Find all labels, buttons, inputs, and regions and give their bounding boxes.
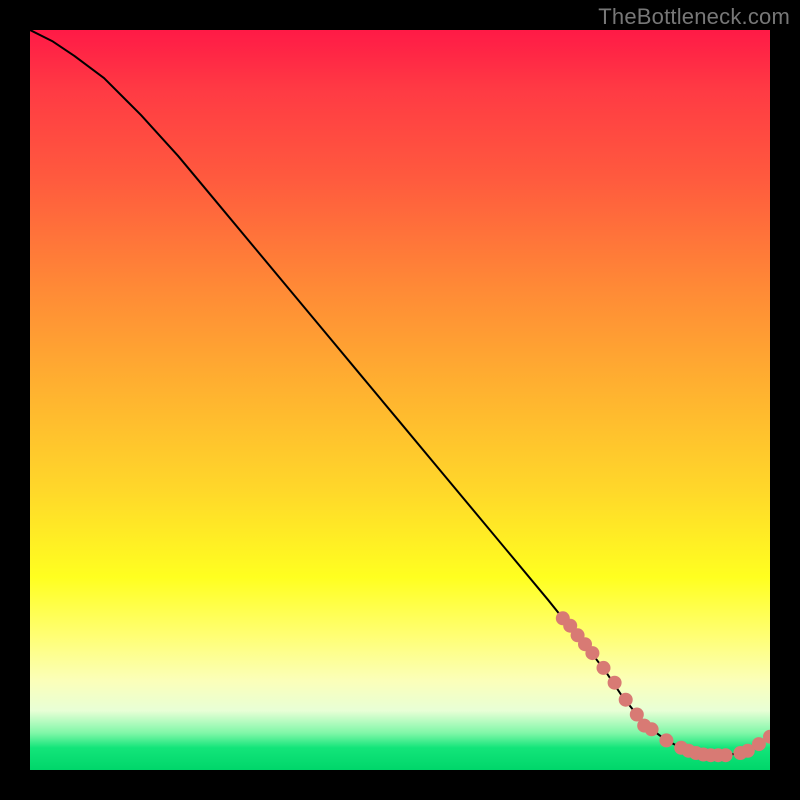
chart-frame: TheBottleneck.com [0,0,800,800]
marker-dot [645,722,659,736]
marker-dot [608,676,622,690]
marker-dot [597,661,611,675]
curve-layer [30,30,770,770]
marker-dot [719,748,733,762]
plot-area [30,30,770,770]
marker-dot [619,693,633,707]
bottleneck-curve [30,30,770,755]
marker-dot [659,733,673,747]
watermark-text: TheBottleneck.com [598,4,790,30]
marker-group [556,611,770,762]
marker-dot [585,646,599,660]
